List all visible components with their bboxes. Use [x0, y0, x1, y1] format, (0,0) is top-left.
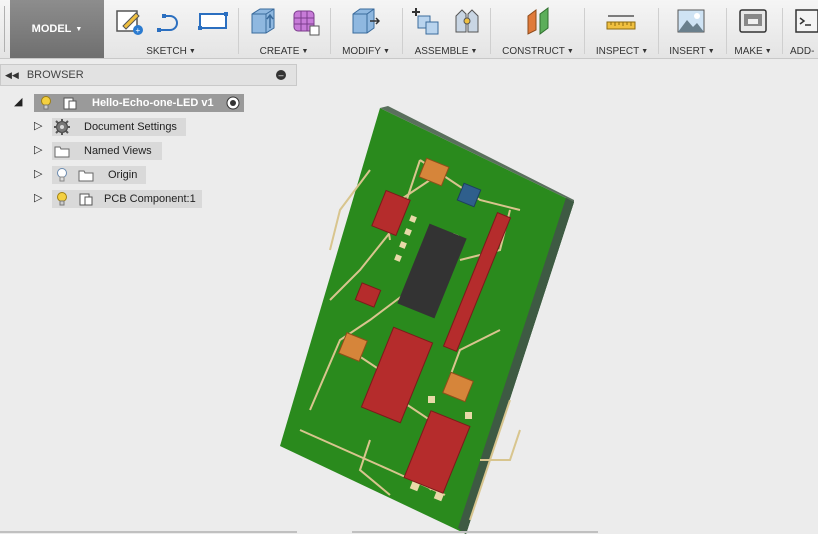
- 3d-print-icon[interactable]: [738, 6, 768, 36]
- addins-menu[interactable]: ADD-: [790, 44, 818, 58]
- gear-icon: [54, 119, 70, 135]
- workspace-switcher[interactable]: MODEL ▼: [10, 0, 104, 58]
- browser-header: ◀◀ BROWSER –: [0, 64, 297, 86]
- lightbulb-icon[interactable]: [54, 191, 70, 207]
- tree-item-label: Origin: [108, 169, 138, 181]
- tree-item-named-views[interactable]: Named Views: [52, 142, 162, 160]
- activate-radio-icon[interactable]: [226, 96, 240, 110]
- svg-text:+: +: [136, 26, 141, 35]
- tree-root-node[interactable]: Hello-Echo-one-LED v1: [34, 94, 244, 112]
- insert-image-icon[interactable]: [676, 6, 706, 36]
- expand-icon[interactable]: ▷: [34, 143, 42, 156]
- divider: [584, 8, 585, 54]
- modify-menu[interactable]: MODIFY ▼: [336, 44, 396, 58]
- component-icon: [79, 193, 93, 206]
- document-icon: [63, 97, 77, 110]
- lightbulb-icon[interactable]: [38, 95, 54, 111]
- chevron-down-icon: ▼: [470, 47, 478, 55]
- divider: [658, 8, 659, 54]
- tree-item-document-settings[interactable]: Document Settings: [52, 118, 186, 136]
- chevron-down-icon: ▼: [764, 47, 772, 55]
- press-pull-icon[interactable]: [350, 6, 380, 36]
- insert-menu[interactable]: INSERT ▼: [664, 44, 720, 58]
- divider: [490, 8, 491, 54]
- construct-menu-label: CONSTRUCT: [502, 45, 565, 57]
- addins-menu-label: ADD-: [790, 45, 815, 57]
- inspect-menu[interactable]: INSPECT ▼: [592, 44, 652, 58]
- offset-plane-icon[interactable]: [524, 6, 554, 36]
- expand-icon[interactable]: ▷: [34, 119, 42, 132]
- new-component-icon[interactable]: [410, 6, 440, 36]
- sketch-menu-label: SKETCH: [146, 45, 187, 57]
- make-menu[interactable]: MAKE ▼: [730, 44, 776, 58]
- expand-root-icon[interactable]: ◢: [14, 95, 22, 108]
- chevron-down-icon: ▼: [641, 47, 649, 55]
- tree-item-label: PCB Component:1: [104, 193, 196, 205]
- create-menu[interactable]: CREATE ▼: [248, 44, 320, 58]
- modify-menu-label: MODIFY: [342, 45, 381, 57]
- tree-item-origin[interactable]: Origin: [52, 166, 146, 184]
- assemble-menu[interactable]: ASSEMBLE ▼: [408, 44, 484, 58]
- divider: [238, 8, 239, 54]
- divider: [402, 8, 403, 54]
- tree-item-label: Named Views: [84, 145, 152, 157]
- workspace-label: MODEL: [31, 23, 72, 35]
- inspect-menu-label: INSPECT: [595, 45, 640, 57]
- pcb-3d-model[interactable]: [270, 100, 590, 534]
- arc-icon[interactable]: [156, 6, 186, 36]
- chevron-down-icon: ▼: [301, 47, 309, 55]
- folder-icon: [54, 146, 70, 158]
- chevron-down-icon: ▼: [707, 47, 715, 55]
- expand-icon[interactable]: ▷: [34, 167, 42, 180]
- lightbulb-off-icon[interactable]: [54, 167, 70, 183]
- tree-item-label: Document Settings: [84, 121, 177, 133]
- expand-icon[interactable]: ▷: [34, 191, 42, 204]
- chevron-down-icon: ▼: [566, 47, 574, 55]
- insert-menu-label: INSERT: [669, 45, 706, 57]
- assemble-menu-label: ASSEMBLE: [414, 45, 469, 57]
- create-sketch-icon[interactable]: +: [114, 6, 144, 36]
- joint-icon[interactable]: [452, 6, 482, 36]
- chevron-down-icon: ▼: [75, 25, 83, 33]
- minimize-icon[interactable]: –: [276, 70, 286, 80]
- viewport-bottom-bar: [352, 531, 598, 533]
- toolbar: MODEL ▼ + SKETCH ▼ CREATE ▼ MODIFY ▼ ASS…: [0, 0, 818, 59]
- collapse-panel-icon[interactable]: ◀◀: [5, 70, 19, 81]
- tree-root-label: Hello-Echo-one-LED v1: [92, 97, 214, 109]
- make-menu-label: MAKE: [734, 45, 763, 57]
- divider: [726, 8, 727, 54]
- form-icon[interactable]: [290, 6, 320, 36]
- create-menu-label: CREATE: [259, 45, 300, 57]
- chevron-down-icon: ▼: [382, 47, 390, 55]
- panel-divider: [0, 531, 297, 533]
- measure-icon[interactable]: [606, 6, 636, 36]
- divider: [330, 8, 331, 54]
- scripts-icon[interactable]: [794, 6, 818, 36]
- extrude-icon[interactable]: [248, 6, 278, 36]
- rectangle-icon[interactable]: [198, 6, 228, 36]
- folder-icon: [78, 170, 94, 182]
- browser-title: BROWSER: [26, 69, 84, 81]
- divider: [782, 8, 783, 54]
- sketch-menu[interactable]: SKETCH ▼: [114, 44, 228, 58]
- chevron-down-icon: ▼: [188, 47, 196, 55]
- tree-item-pcb-component[interactable]: PCB Component:1: [52, 190, 202, 208]
- construct-menu[interactable]: CONSTRUCT ▼: [500, 44, 576, 58]
